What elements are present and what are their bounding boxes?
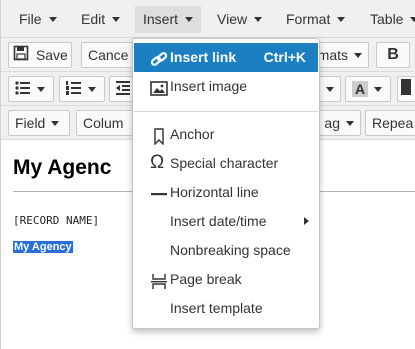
chevron-down-icon: [410, 17, 415, 22]
menu-divider: [134, 111, 318, 112]
record-name-placeholder: [RECORD NAME]: [13, 214, 100, 227]
bookmark-icon: [150, 126, 168, 146]
page-break-icon: [150, 271, 168, 289]
background-color-dropdown[interactable]: [317, 76, 341, 102]
anchor-label: Anchor: [170, 126, 215, 142]
menubar: File Edit Insert View Format Table: [1, 0, 415, 38]
insert-template-label: Insert template: [170, 300, 263, 316]
menu-edit-label: Edit: [81, 11, 106, 27]
chevron-down-icon: [354, 53, 362, 58]
menu-edit[interactable]: Edit: [73, 6, 128, 33]
source-code-button[interactable]: [397, 76, 415, 102]
chevron-down-icon: [37, 87, 45, 92]
chevron-down-icon: [326, 87, 334, 92]
formats-label: mats: [317, 47, 348, 63]
menu-table[interactable]: Table: [362, 6, 415, 33]
menu-item-nonbreaking-space[interactable]: Nonbreaking space: [134, 236, 318, 265]
cancel-button[interactable]: Cance: [81, 42, 133, 68]
bullet-list-icon: [15, 78, 31, 101]
numbered-list-button[interactable]: [59, 76, 105, 102]
image-icon: [150, 78, 168, 96]
bold-button[interactable]: B: [376, 42, 410, 68]
page-break-label: Page break: [170, 271, 242, 287]
horizontal-line-label: Horizontal line: [170, 184, 259, 200]
cancel-label: Cance: [88, 47, 129, 63]
floppy-disk-icon: [13, 44, 29, 67]
field-dropdown[interactable]: Field: [8, 110, 70, 136]
menu-item-page-break[interactable]: Page break: [134, 265, 318, 294]
save-button[interactable]: Save: [8, 42, 72, 68]
repeat-dropdown[interactable]: Repea: [365, 110, 415, 136]
chevron-down-icon: [374, 87, 383, 92]
tag-label: ag: [324, 115, 340, 131]
chevron-down-icon: [48, 17, 57, 22]
chevron-down-icon: [346, 121, 354, 126]
insert-image-label: Insert image: [170, 78, 248, 94]
menu-item-anchor[interactable]: Anchor: [134, 120, 318, 149]
horizontal-line-icon: [150, 184, 168, 201]
menu-insert-label: Insert: [143, 11, 179, 27]
columns-label: Colum: [83, 115, 124, 131]
menu-item-insert-image[interactable]: Insert image: [134, 72, 318, 101]
menu-view[interactable]: View: [209, 6, 270, 33]
chevron-down-icon: [88, 87, 96, 92]
field-label: Field: [15, 115, 46, 131]
insert-date-time-label: Insert date/time: [170, 213, 267, 229]
menu-item-insert-template[interactable]: Insert template: [134, 294, 318, 323]
columns-dropdown[interactable]: Colum: [76, 110, 136, 136]
chevron-down-icon: [185, 17, 194, 22]
menu-table-label: Table: [370, 11, 404, 27]
editor-window: File Edit Insert View Format Table Save …: [0, 0, 415, 349]
text-color-label: A: [352, 81, 369, 97]
save-label: Save: [35, 47, 68, 63]
menu-format-label: Format: [286, 11, 331, 27]
link-icon: [150, 49, 168, 66]
menu-file-label: File: [19, 11, 42, 27]
menu-item-horizontal-line[interactable]: Horizontal line: [134, 178, 318, 207]
numbered-list-icon: [66, 78, 82, 101]
outdent-icon: [116, 78, 130, 101]
menu-file[interactable]: File: [11, 6, 65, 33]
menu-insert[interactable]: Insert: [135, 6, 202, 33]
chevron-down-icon: [254, 17, 263, 22]
insert-menu-dropdown: Insert link Ctrl+K Insert image Anchor Ω…: [132, 38, 320, 329]
bold-label: B: [387, 46, 399, 63]
chevron-down-icon: [337, 17, 346, 22]
nonbreaking-space-label: Nonbreaking space: [170, 242, 291, 258]
chevron-down-icon: [51, 121, 60, 126]
html-icon: [401, 78, 411, 101]
menu-item-special-character[interactable]: Ω Special character: [134, 149, 318, 178]
menu-format[interactable]: Format: [278, 6, 353, 33]
menu-view-label: View: [217, 11, 248, 27]
omega-icon: Ω: [150, 152, 165, 173]
text-color-button[interactable]: A: [345, 76, 391, 102]
selected-text: My Agency: [13, 241, 73, 253]
chevron-right-icon: [304, 217, 309, 225]
insert-link-shortcut: Ctrl+K: [263, 49, 306, 65]
repeat-label: Repea: [372, 115, 414, 131]
document-heading: My Agenc: [13, 156, 112, 179]
menu-item-insert-link[interactable]: Insert link Ctrl+K: [134, 43, 318, 72]
chevron-down-icon: [112, 17, 121, 22]
special-character-label: Special character: [170, 155, 279, 171]
bullet-list-button[interactable]: [8, 76, 54, 102]
insert-link-label: Insert link: [170, 49, 237, 65]
menu-item-insert-date-time[interactable]: Insert date/time: [134, 207, 318, 236]
